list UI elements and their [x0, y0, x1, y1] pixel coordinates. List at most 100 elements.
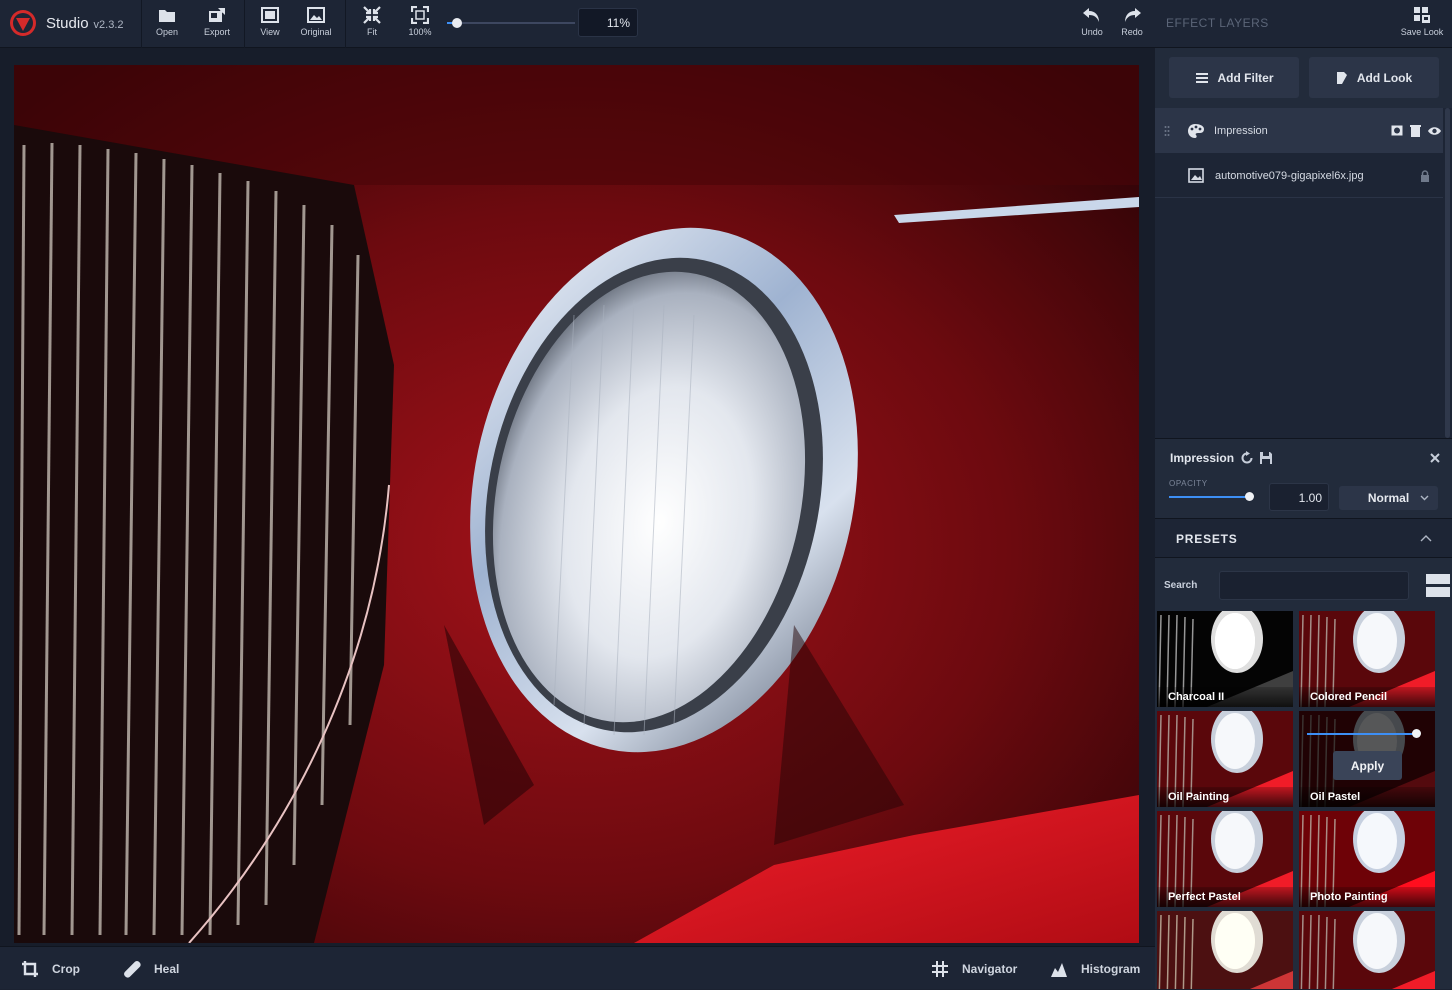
layer-name: automotive079-gigapixel6x.jpg [1215, 169, 1364, 182]
view-button[interactable]: View [248, 6, 292, 42]
image-icon [306, 6, 326, 24]
chevron-up-icon[interactable] [1420, 534, 1432, 542]
panel-title: EFFECT LAYERS [1166, 16, 1269, 30]
toolbar-divider [141, 0, 142, 48]
preset-tile[interactable]: Perfect Pastel [1157, 811, 1293, 907]
add-filter-label: Add Filter [1217, 70, 1274, 85]
preset-name: Colored Pencil [1299, 687, 1435, 707]
bottom-toolbar: Crop Heal Navigator Histogram [0, 946, 1155, 989]
preset-strength-track [1307, 733, 1419, 735]
preset-name: Perfect Pastel [1157, 887, 1293, 907]
export-icon [207, 6, 227, 24]
layer-row-impression[interactable]: Impression [1155, 108, 1443, 153]
chevron-down-icon [1420, 495, 1429, 501]
preset-strength-slider[interactable] [1307, 729, 1421, 739]
close-icon[interactable] [1430, 453, 1440, 463]
layer-row-base-image[interactable]: automotive079-gigapixel6x.jpg [1155, 153, 1443, 198]
preset-thumbnail [1299, 911, 1435, 989]
mask-icon[interactable] [1391, 125, 1403, 136]
save-look-label: Save Look [1400, 27, 1444, 37]
preset-strength-knob[interactable] [1412, 729, 1421, 738]
view-label: View [260, 27, 280, 37]
fullscreen-icon [410, 6, 430, 24]
preset-name: Oil Painting [1157, 787, 1293, 807]
effect-layers-panel: EFFECT LAYERS Save Look Add Filter Add L… [1155, 0, 1452, 989]
histogram-button[interactable]: Histogram [1049, 947, 1140, 990]
reset-icon[interactable] [1240, 451, 1254, 465]
app-name: Studio [46, 14, 89, 32]
heal-button[interactable]: Heal [122, 947, 179, 990]
fit-button[interactable]: Fit [350, 6, 394, 42]
actual-size-button[interactable]: 100% [398, 6, 442, 42]
open-label: Open [155, 27, 179, 37]
zoom-slider[interactable] [447, 15, 575, 31]
open-button[interactable]: Open [145, 6, 189, 42]
preset-tile[interactable]: Charcoal II [1157, 611, 1293, 707]
search-input[interactable] [1219, 571, 1409, 600]
visibility-eye-icon[interactable] [1427, 126, 1442, 136]
bandage-icon [122, 959, 142, 979]
redo-button[interactable]: Redo [1110, 6, 1154, 42]
heal-label: Heal [154, 961, 180, 976]
save-look-icon [1413, 6, 1431, 24]
blend-mode-select[interactable]: Normal [1339, 486, 1438, 510]
top-toolbar: Studio v2.3.2 Open Export View Original … [0, 0, 1155, 48]
preset-tile[interactable] [1157, 911, 1293, 989]
panel-header: EFFECT LAYERS Save Look [1155, 0, 1452, 48]
drag-handle-icon[interactable] [1164, 125, 1170, 137]
lock-icon [1421, 169, 1429, 182]
add-look-label: Add Look [1356, 70, 1413, 85]
view-icon [260, 6, 280, 24]
opacity-label: OPACITY [1169, 479, 1208, 488]
preset-tile[interactable] [1299, 911, 1435, 989]
preset-tile[interactable]: Colored Pencil [1299, 611, 1435, 707]
undo-button[interactable]: Undo [1070, 6, 1114, 42]
add-look-button[interactable]: Add Look [1309, 57, 1439, 98]
image-layer-icon [1188, 168, 1204, 183]
navigator-label: Navigator [962, 961, 1018, 976]
properties-title: Impression [1170, 451, 1235, 465]
layer-name: Impression [1214, 124, 1268, 137]
histogram-icon [1049, 959, 1069, 979]
presets-header[interactable]: PRESETS [1155, 518, 1452, 558]
navigator-button[interactable]: Navigator [930, 947, 1017, 990]
preset-tile[interactable]: Oil Painting [1157, 711, 1293, 807]
save-look-button[interactable]: Save Look [1399, 6, 1445, 42]
app-brand: Studio v2.3.2 [8, 8, 124, 38]
search-label: Search [1164, 580, 1198, 591]
zoom-value-field[interactable]: 11% [578, 8, 638, 37]
opacity-slider[interactable] [1169, 490, 1254, 504]
zoom-slider-knob[interactable] [452, 18, 463, 28]
app-version: v2.3.2 [93, 18, 124, 31]
delete-icon[interactable] [1410, 124, 1421, 137]
preset-name: Photo Painting [1299, 887, 1435, 907]
original-button[interactable]: Original [294, 6, 338, 42]
photo-image [14, 65, 1139, 943]
layers-scrollbar[interactable] [1445, 108, 1450, 438]
undo-label: Undo [1081, 27, 1103, 37]
export-label: Export [203, 27, 230, 37]
blend-mode-value: Normal [1367, 491, 1410, 505]
apply-button[interactable]: Apply [1333, 751, 1402, 780]
fit-icon [362, 6, 382, 24]
preset-thumbnail [1157, 911, 1293, 989]
undo-icon [1082, 6, 1102, 24]
list-view-icon[interactable] [1426, 574, 1450, 598]
opacity-value-field[interactable]: 1.00 [1269, 483, 1329, 511]
crop-button[interactable]: Crop [20, 947, 80, 990]
opacity-slider-knob[interactable] [1245, 492, 1254, 501]
preset-tile-selected[interactable]: Apply Oil Pastel [1299, 711, 1435, 807]
grid-icon [930, 959, 950, 979]
crop-label: Crop [52, 961, 80, 976]
preset-tile[interactable]: Photo Painting [1299, 811, 1435, 907]
original-label: Original [300, 27, 332, 37]
edited-photo[interactable] [14, 65, 1139, 943]
filter-list-icon [1195, 72, 1208, 83]
add-filter-button[interactable]: Add Filter [1169, 57, 1299, 98]
export-button[interactable]: Export [195, 6, 239, 42]
layers-list: Impression automotive079-gigapixel6x.jpg [1155, 108, 1452, 438]
canvas-area[interactable] [0, 48, 1155, 946]
opacity-slider-fill [1169, 496, 1249, 498]
histogram-label: Histogram [1081, 961, 1141, 976]
save-icon[interactable] [1259, 451, 1273, 465]
